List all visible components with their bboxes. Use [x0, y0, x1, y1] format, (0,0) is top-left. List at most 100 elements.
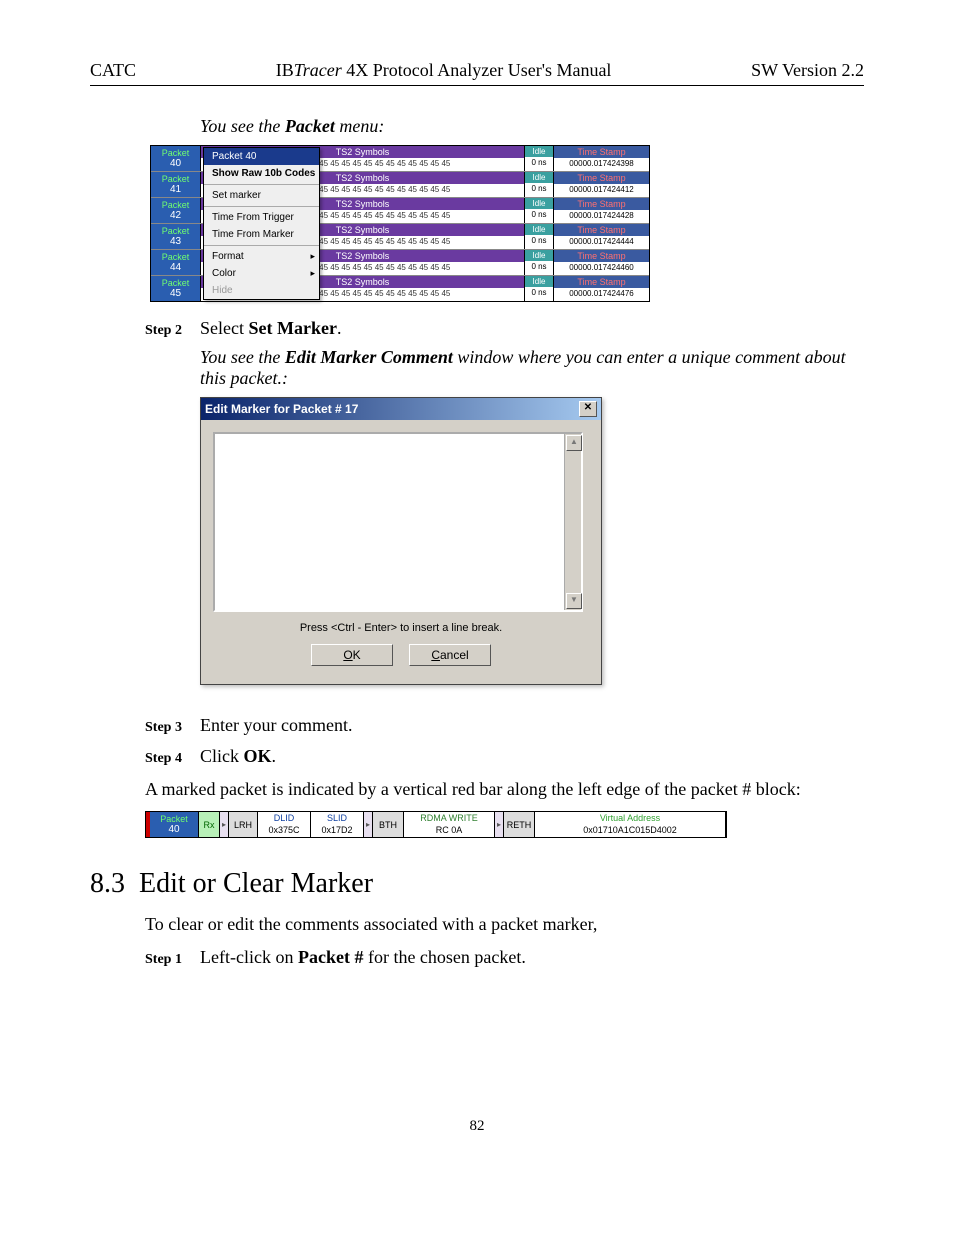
packet-cell[interactable]: Packet42 — [151, 198, 201, 223]
packet-label: Packet — [150, 814, 198, 824]
menu-item-color[interactable]: Color — [204, 265, 319, 282]
section-title: Edit or Clear Marker — [139, 868, 373, 899]
timestamp-header: Time Stamp — [554, 146, 649, 158]
timestamp-header: Time Stamp — [554, 250, 649, 262]
t: C — [431, 648, 440, 662]
step-label: Step 3 — [145, 720, 200, 736]
packet-number: 40 — [151, 158, 200, 169]
idle-header: Idle — [525, 198, 553, 209]
idle-cell: Idle0 ns — [525, 224, 554, 249]
step-label: Step 1 — [145, 952, 200, 968]
slid-value: 0x17D2 — [311, 824, 363, 836]
idle-cell: Idle0 ns — [525, 198, 554, 223]
header-center: IBTracer 4X Protocol Analyzer User's Man… — [176, 60, 711, 81]
t: . — [272, 746, 277, 766]
dialog-titlebar: Edit Marker for Packet # 17 ✕ — [201, 398, 601, 420]
t: OK — [244, 746, 272, 766]
intro-line: You see the Packet menu: — [200, 116, 854, 137]
t: K — [353, 648, 361, 662]
arrow-icon: ▸ — [220, 812, 229, 837]
timestamp-cell: Time Stamp00000.017424460 — [554, 250, 649, 275]
dlid-col: DLID 0x375C — [258, 812, 311, 837]
slid-col: SLID 0x17D2 — [311, 812, 364, 837]
packet-cell[interactable]: Packet45 — [151, 276, 201, 301]
rdma-col: RDMA WRITE RC 0A — [404, 812, 495, 837]
marked-packet-screenshot: Packet 40 Rx ▸ LRH DLID 0x375C SLID 0x17… — [145, 811, 727, 838]
idle-value: 0 ns — [525, 183, 553, 194]
packet-number: 40 — [150, 824, 198, 835]
packet-label: Packet — [151, 226, 200, 236]
section-para: To clear or edit the comments associated… — [145, 912, 864, 936]
section-number: 8.3 — [90, 868, 125, 899]
t: . — [337, 318, 342, 338]
menu-item-hide[interactable]: Hide — [204, 282, 319, 299]
dialog-body: ▲ ▼ Press <Ctrl - Enter> to insert a lin… — [201, 420, 601, 684]
timestamp-value: 00000.017424428 — [554, 210, 649, 221]
timestamp-cell: Time Stamp00000.017424444 — [554, 224, 649, 249]
ok-button[interactable]: OK — [311, 644, 393, 666]
step-3: Step 3 Enter your comment. — [145, 715, 864, 736]
t: for the chosen packet. — [363, 947, 525, 967]
timestamp-value: 00000.017424460 — [554, 262, 649, 273]
packet-label: Packet — [151, 148, 200, 158]
rdma-value: RC 0A — [404, 824, 494, 836]
packet-cell[interactable]: Packet 40 — [150, 812, 199, 837]
context-menu: Packet 40 Show Raw 10b Codes Set marker … — [203, 147, 320, 300]
timestamp-cell: Time Stamp00000.017424428 — [554, 198, 649, 223]
menu-separator — [204, 206, 319, 207]
timestamp-header: Time Stamp — [554, 172, 649, 184]
packet-number: 43 — [151, 236, 200, 247]
t: Select — [200, 318, 248, 338]
step-text: Select Set Marker. — [200, 318, 341, 339]
packet-number: 42 — [151, 210, 200, 221]
idle-header: Idle — [525, 276, 553, 287]
timestamp-value: 00000.017424476 — [554, 288, 649, 299]
dialog-title-text: Edit Marker for Packet # 17 — [205, 402, 358, 416]
packet-cell[interactable]: Packet43 — [151, 224, 201, 249]
t: You see the — [200, 347, 285, 367]
va-header: Virtual Address — [535, 812, 725, 824]
t: Left-click on — [200, 947, 298, 967]
header-left: CATC — [90, 60, 176, 81]
step-text: Left-click on Packet # for the chosen pa… — [200, 947, 526, 968]
header-right: SW Version 2.2 — [711, 60, 864, 81]
cancel-button[interactable]: Cancel — [409, 644, 491, 666]
timestamp-value: 00000.017424398 — [554, 158, 649, 169]
packet-label: Packet — [151, 174, 200, 184]
idle-value: 0 ns — [525, 287, 553, 298]
menu-item-time-marker[interactable]: Time From Marker — [204, 226, 319, 243]
header-ib: IB — [276, 60, 294, 80]
idle-cell: Idle0 ns — [525, 250, 554, 275]
intro-pre: You see the — [200, 116, 285, 136]
menu-separator — [204, 245, 319, 246]
scroll-down-icon[interactable]: ▼ — [566, 593, 582, 609]
edit-marker-dialog: Edit Marker for Packet # 17 ✕ ▲ ▼ Press … — [200, 397, 602, 685]
scrollbar[interactable]: ▲ ▼ — [564, 434, 581, 610]
intro-bold: Packet — [285, 116, 335, 136]
scroll-up-icon[interactable]: ▲ — [566, 435, 582, 451]
packet-cell[interactable]: Packet44 — [151, 250, 201, 275]
menu-item-show-raw[interactable]: Show Raw 10b Codes — [204, 165, 319, 182]
comment-textarea[interactable]: ▲ ▼ — [213, 432, 583, 612]
menu-separator — [204, 184, 319, 185]
close-icon[interactable]: ✕ — [579, 401, 597, 417]
packet-label: Packet — [151, 200, 200, 210]
menu-item-time-trigger[interactable]: Time From Trigger — [204, 209, 319, 226]
dlid-header: DLID — [258, 812, 310, 824]
rx-cell: Rx — [199, 812, 220, 837]
t: Set Marker — [248, 318, 336, 338]
idle-cell: Idle0 ns — [525, 172, 554, 197]
va-value: 0x01710A1C015D4002 — [535, 824, 725, 836]
t: Edit Marker Comment — [285, 347, 453, 367]
dialog-buttons: OK Cancel — [213, 644, 589, 672]
menu-item-packet[interactable]: Packet 40 — [204, 148, 319, 165]
packet-cell[interactable]: Packet40 — [151, 146, 201, 171]
section-heading: 8.3 Edit or Clear Marker — [90, 868, 864, 900]
header-tracer: Tracer — [294, 60, 342, 80]
packet-cell[interactable]: Packet41 — [151, 172, 201, 197]
menu-item-set-marker[interactable]: Set marker — [204, 187, 319, 204]
bth-cell: BTH — [373, 812, 404, 837]
page-number: 82 — [90, 1118, 864, 1135]
menu-item-format[interactable]: Format — [204, 248, 319, 265]
idle-value: 0 ns — [525, 261, 553, 272]
